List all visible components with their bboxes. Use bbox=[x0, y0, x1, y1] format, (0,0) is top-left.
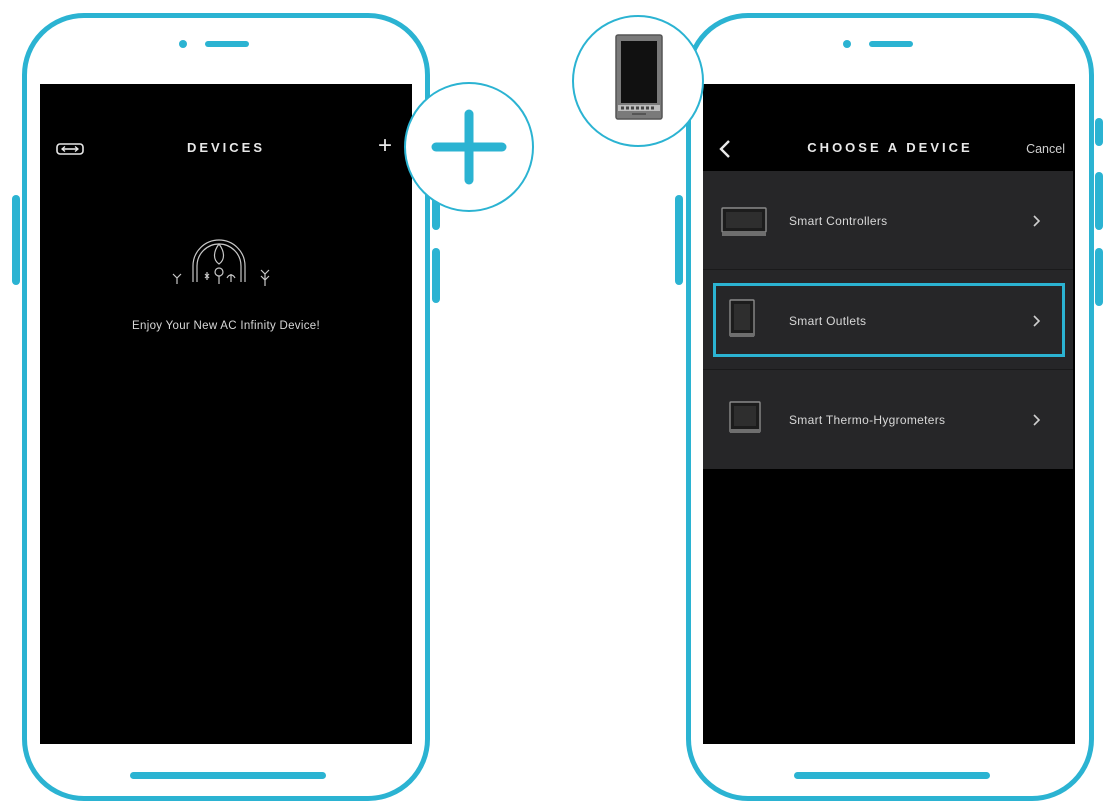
phone-side-button bbox=[1095, 248, 1103, 306]
phone-side-button bbox=[432, 248, 440, 303]
phone-side-button bbox=[1095, 172, 1103, 230]
plus-icon[interactable]: + bbox=[374, 134, 396, 158]
phone-side-button bbox=[675, 195, 683, 285]
cancel-button[interactable]: Cancel bbox=[1005, 142, 1065, 156]
device-row-smart-controllers[interactable]: Smart Controllers bbox=[703, 171, 1073, 270]
plus-icon bbox=[431, 109, 507, 185]
page-title: DEVICES bbox=[186, 140, 266, 155]
phone-speaker bbox=[205, 41, 249, 47]
phone-speaker bbox=[869, 41, 913, 47]
thermo-hygrometer-icon bbox=[729, 401, 761, 433]
device-row-label: Smart Thermo-Hygrometers bbox=[789, 413, 946, 427]
chevron-right-icon bbox=[1033, 414, 1041, 426]
phone-home-bar bbox=[130, 772, 326, 779]
page-title: CHOOSE A DEVICE bbox=[807, 140, 973, 155]
controller-icon bbox=[721, 207, 767, 236]
welcome-message: Enjoy Your New AC Infinity Device! bbox=[132, 320, 320, 332]
add-device-callout bbox=[404, 82, 534, 212]
selection-highlight bbox=[713, 283, 1065, 357]
device-row-smart-thermo-hygrometers[interactable]: Smart Thermo-Hygrometers bbox=[703, 371, 1073, 469]
ac-infinity-plants-illustration bbox=[172, 239, 270, 286]
smart-outlet-device-icon bbox=[615, 34, 663, 120]
phone-side-button bbox=[12, 195, 20, 285]
phone-home-bar bbox=[794, 772, 990, 779]
devices-screen bbox=[40, 84, 412, 744]
chevron-right-icon bbox=[1033, 215, 1041, 227]
chevron-left-icon[interactable] bbox=[716, 138, 736, 160]
phone-side-button bbox=[1095, 118, 1103, 146]
device-callout bbox=[572, 15, 704, 147]
device-row-label: Smart Controllers bbox=[789, 214, 888, 228]
phone-camera bbox=[179, 40, 187, 48]
phone-camera bbox=[843, 40, 851, 48]
